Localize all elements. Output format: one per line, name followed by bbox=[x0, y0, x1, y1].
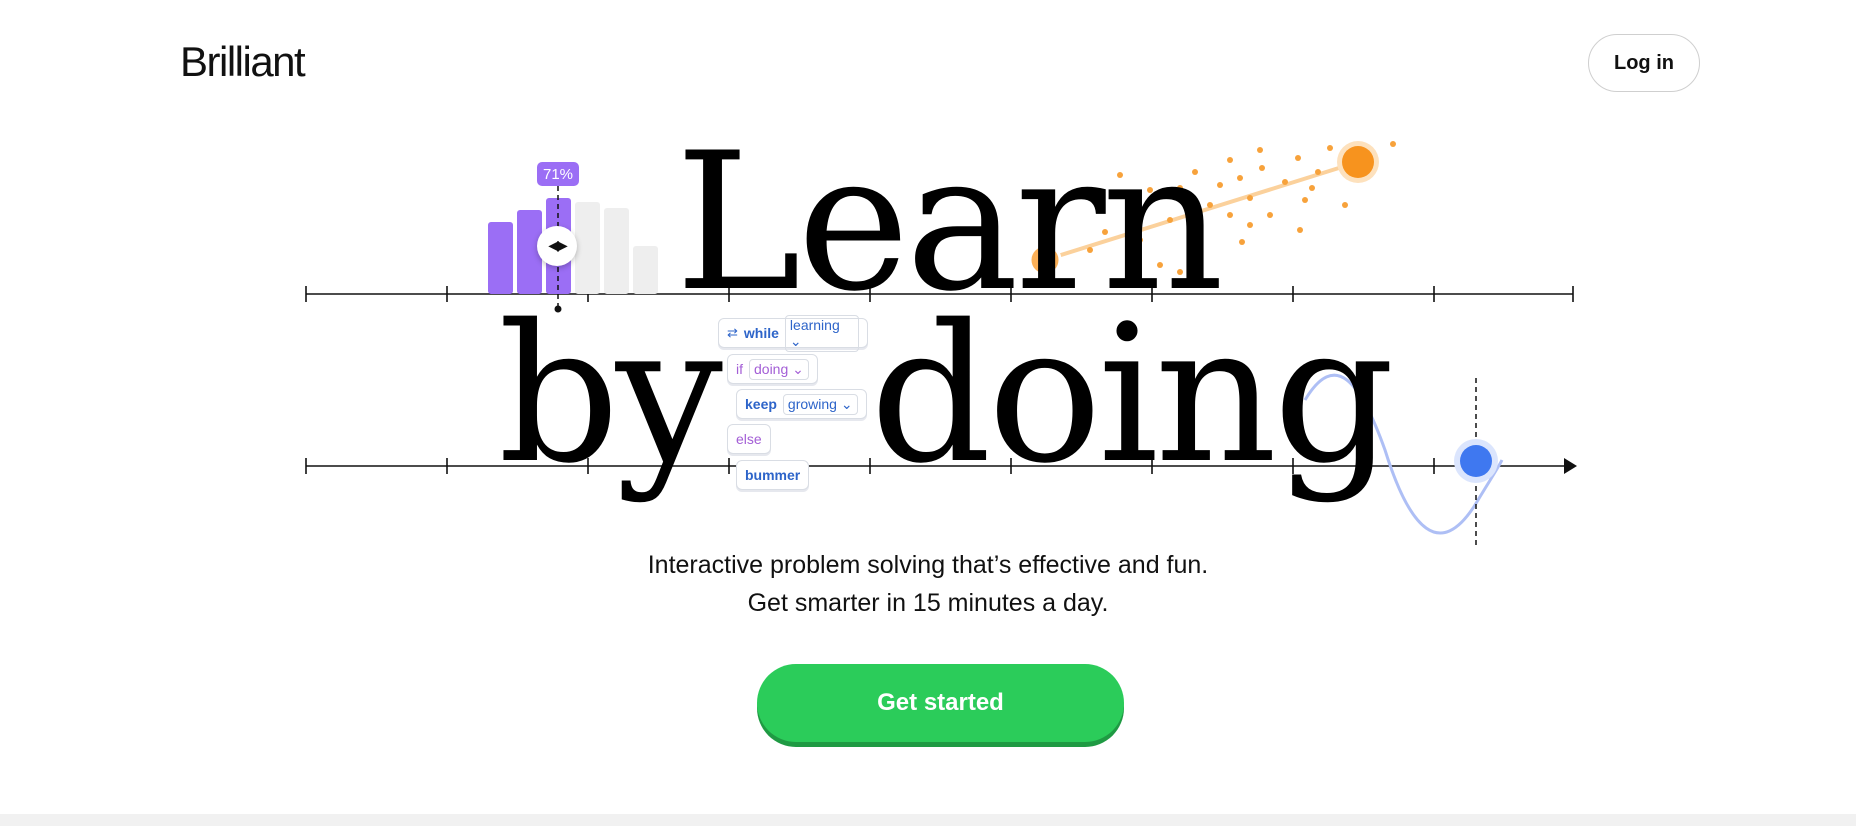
headline-doing: doing bbox=[870, 284, 1395, 505]
hero-illustration: Learn by doing 71% ◀▶ ⇄ while learning ⌄… bbox=[0, 0, 1856, 560]
code-keyword: else bbox=[736, 431, 762, 447]
code-keyword: keep bbox=[745, 396, 777, 412]
drag-handle-icon[interactable]: ◀▶ bbox=[537, 226, 577, 266]
code-keyword: while bbox=[743, 325, 779, 341]
loop-icon: ⇄ bbox=[727, 325, 738, 340]
get-started-button[interactable]: Get started bbox=[757, 664, 1124, 742]
code-row-keep: keep growing ⌄ bbox=[736, 389, 867, 419]
code-row-if: if doing ⌄ bbox=[727, 354, 818, 384]
headline-by: by bbox=[498, 284, 723, 505]
code-row-else: else bbox=[727, 424, 771, 454]
subtitle-line-2: Get smarter in 15 minutes a day. bbox=[747, 589, 1109, 617]
code-row-while: ⇄ while learning ⌄ bbox=[718, 314, 868, 352]
code-row-bummer: bummer bbox=[736, 460, 810, 490]
code-chip: doing ⌄ bbox=[749, 358, 809, 380]
subtitle-line-1: Interactive problem solving that’s effec… bbox=[647, 551, 1209, 579]
code-chip: growing ⌄ bbox=[782, 393, 858, 415]
code-keyword: if bbox=[736, 361, 743, 377]
code-block-widget: ⇄ while learning ⌄ if doing ⌄ keep growi… bbox=[718, 314, 868, 494]
code-keyword: bummer bbox=[745, 467, 801, 483]
code-chip: learning ⌄ bbox=[784, 314, 859, 352]
axis-arrow-icon bbox=[1564, 458, 1577, 474]
page-bottom-edge bbox=[0, 814, 1856, 826]
percent-badge: 71% bbox=[537, 162, 579, 186]
